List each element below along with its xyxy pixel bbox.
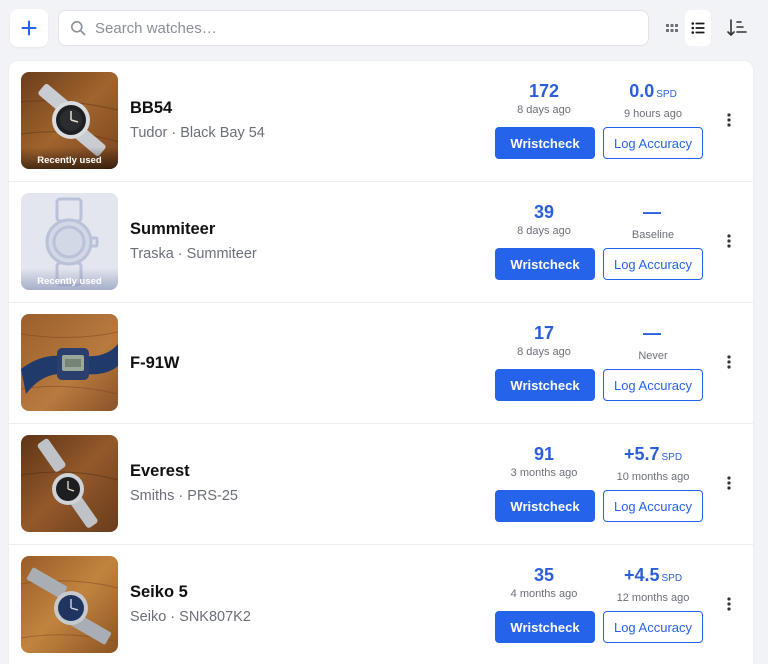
sort-descending-icon	[727, 19, 747, 36]
wristcheck-last: 4 months ago	[510, 588, 578, 600]
search-icon	[71, 21, 86, 36]
more-options-button[interactable]	[719, 592, 739, 616]
wristcheck-button[interactable]: Wristcheck	[495, 248, 595, 280]
log-accuracy-button[interactable]: Log Accuracy	[603, 369, 703, 401]
log-accuracy-button[interactable]: Log Accuracy	[603, 248, 703, 280]
more-options-button[interactable]	[719, 229, 739, 253]
wristcheck-last: 8 days ago	[517, 225, 571, 237]
search-input[interactable]	[95, 19, 615, 37]
watch-placeholder-image: Recently used	[21, 193, 118, 290]
more-vertical-icon	[727, 234, 731, 248]
recently-used-badge: Recently used	[21, 268, 118, 290]
list-item[interactable]: Recently used BB54 Tudor · Black Bay 54 …	[9, 61, 753, 182]
list-item[interactable]: Seiko 5 Seiko · SNK807K2 35 4 months ago…	[9, 545, 753, 664]
accuracy-last: Never	[638, 350, 668, 362]
list-view-icon	[691, 22, 705, 34]
list-item[interactable]: Everest Smiths · PRS-25 91 3 months ago …	[9, 424, 753, 545]
wristcheck-last: 8 days ago	[517, 346, 571, 358]
wristcheck-count: 17	[533, 323, 555, 343]
accuracy-last: 12 months ago	[616, 592, 690, 604]
accuracy-last: 9 hours ago	[623, 108, 683, 120]
watch-name: Everest	[130, 462, 190, 480]
more-vertical-icon	[727, 476, 731, 490]
watch-brand-model: Traska · Summiteer	[130, 246, 257, 262]
watch-brand-model: Smiths · PRS-25	[130, 488, 238, 504]
watch-name: Seiko 5	[130, 583, 188, 601]
watch-name: Summiteer	[130, 220, 216, 238]
wristcheck-button[interactable]: Wristcheck	[495, 127, 595, 159]
accuracy-unit: SPD	[661, 573, 683, 584]
more-options-button[interactable]	[719, 108, 739, 132]
more-vertical-icon	[727, 597, 731, 611]
accuracy-value: —	[643, 323, 661, 343]
watch-photo	[21, 435, 118, 532]
wristcheck-stat: 39 8 days ago	[484, 201, 604, 239]
accuracy-stat: — Never	[593, 322, 713, 364]
watch-photo	[21, 556, 118, 653]
accuracy-last: 10 months ago	[616, 471, 690, 483]
list-item[interactable]: Recently used Summiteer Traska · Summite…	[9, 182, 753, 303]
sort-button[interactable]	[722, 12, 752, 44]
more-options-button[interactable]	[719, 471, 739, 495]
wristcheck-count: 172	[528, 81, 560, 101]
wristcheck-last: 8 days ago	[517, 104, 571, 116]
grid-view-button[interactable]	[659, 10, 685, 46]
watch-brand-model: Seiko · SNK807K2	[130, 609, 251, 625]
wristcheck-count: 91	[533, 444, 555, 464]
grid-view-icon	[666, 24, 678, 32]
wristcheck-last: 3 months ago	[510, 467, 578, 479]
wristcheck-stat: 172 8 days ago	[484, 80, 604, 118]
watch-brand-model: Tudor · Black Bay 54	[130, 125, 265, 141]
wristcheck-count: 39	[533, 202, 555, 222]
plus-icon	[21, 20, 37, 36]
log-accuracy-button[interactable]: Log Accuracy	[603, 611, 703, 643]
watch-name: BB54	[130, 99, 173, 117]
accuracy-value: +4.5	[623, 565, 660, 585]
watch-list: Recently used BB54 Tudor · Black Bay 54 …	[8, 60, 754, 664]
wristcheck-stat: 17 8 days ago	[484, 322, 604, 360]
list-view-button[interactable]	[685, 10, 711, 46]
recently-used-badge: Recently used	[21, 147, 118, 169]
more-vertical-icon	[727, 113, 731, 127]
accuracy-value: +5.7	[623, 444, 660, 464]
watch-photo: Recently used	[21, 72, 118, 169]
more-vertical-icon	[727, 355, 731, 369]
log-accuracy-button[interactable]: Log Accuracy	[603, 490, 703, 522]
accuracy-stat: +5.7 SPD 10 months ago	[593, 443, 713, 485]
wristcheck-button[interactable]: Wristcheck	[495, 490, 595, 522]
accuracy-value: 0.0	[629, 81, 655, 101]
more-options-button[interactable]	[719, 350, 739, 374]
accuracy-unit: SPD	[656, 89, 677, 100]
list-item[interactable]: F-91W 17 8 days ago — Never Wristcheck L…	[9, 303, 753, 424]
log-accuracy-button[interactable]: Log Accuracy	[603, 127, 703, 159]
wristcheck-stat: 35 4 months ago	[484, 564, 604, 602]
accuracy-unit: SPD	[661, 452, 683, 463]
add-watch-button[interactable]	[10, 9, 48, 47]
accuracy-stat: +4.5 SPD 12 months ago	[593, 564, 713, 606]
wristcheck-stat: 91 3 months ago	[484, 443, 604, 481]
search-bar	[58, 10, 649, 46]
wristcheck-count: 35	[533, 565, 555, 585]
wristcheck-button[interactable]: Wristcheck	[495, 611, 595, 643]
accuracy-value: —	[643, 202, 661, 222]
watch-photo	[21, 314, 118, 411]
accuracy-last: Baseline	[631, 229, 675, 241]
watch-name: F-91W	[130, 354, 180, 372]
accuracy-stat: — Baseline	[593, 201, 713, 243]
wristcheck-button[interactable]: Wristcheck	[495, 369, 595, 401]
toolbar	[0, 0, 768, 58]
accuracy-stat: 0.0 SPD 9 hours ago	[593, 80, 713, 122]
